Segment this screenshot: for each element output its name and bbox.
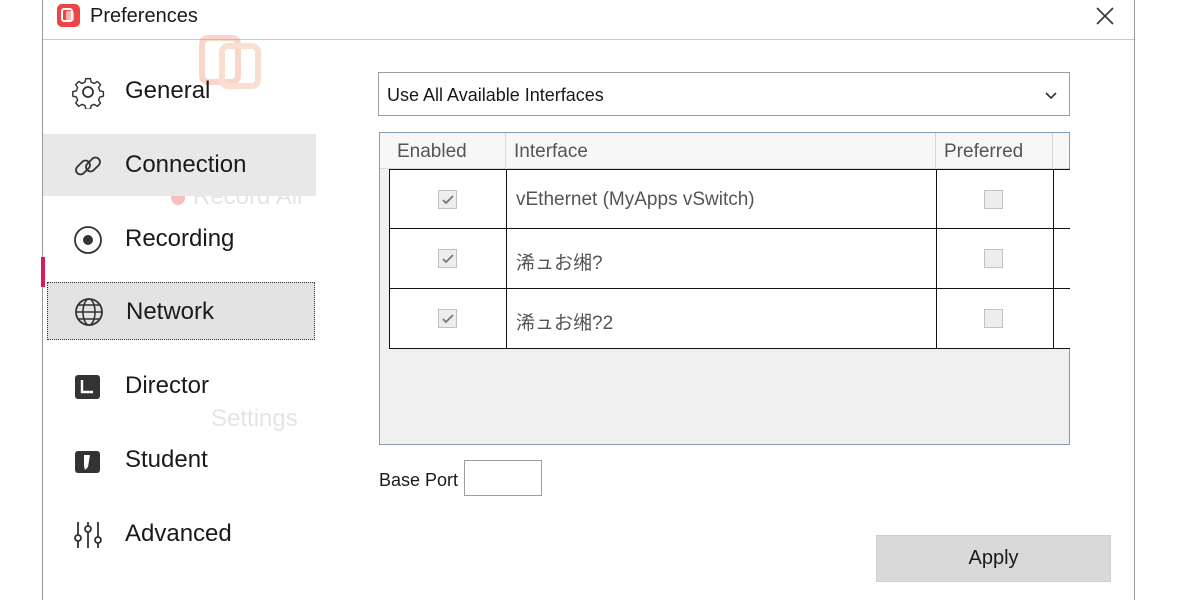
interface-name: 浠ュお缃? <box>516 253 603 274</box>
app-logo-icon <box>57 4 80 27</box>
chevron-down-icon <box>1045 92 1057 100</box>
preferred-cell <box>937 170 1054 230</box>
interfaces-table: Enabled Interface Preferred vEthernet (M… <box>379 132 1070 445</box>
interface-cell: vEthernet (MyApps vSwitch) <box>507 170 937 230</box>
table-row[interactable]: 浠ュお缃? <box>389 229 1070 289</box>
enabled-checkbox[interactable] <box>438 190 457 209</box>
sidebar-item-label: Connection <box>125 151 247 178</box>
sidebar-item-recording[interactable]: Recording <box>43 208 316 270</box>
director-icon <box>75 375 100 399</box>
base-port-label: Base Port <box>379 470 459 490</box>
enabled-cell <box>390 170 507 230</box>
preferences-window: Preferences Record All Settings General <box>41 0 1135 600</box>
record-icon <box>74 226 102 254</box>
selected-indicator <box>41 257 45 287</box>
sidebar-item-label: General <box>125 77 211 104</box>
table-row[interactable]: vEthernet (MyApps vSwitch) <box>389 169 1070 230</box>
column-header-preferred[interactable]: Preferred <box>936 133 1053 169</box>
sidebar-item-label: Director <box>125 372 210 399</box>
preferred-cell <box>937 289 1054 349</box>
interface-cell: 浠ュお缃?2 <box>507 289 937 349</box>
check-icon <box>442 314 454 324</box>
sliders-icon <box>74 522 102 548</box>
sidebar-item-general[interactable]: General <box>43 60 316 122</box>
column-header-enabled[interactable]: Enabled <box>389 133 506 169</box>
preferred-cell <box>937 229 1054 289</box>
apply-button[interactable]: Apply <box>876 535 1111 582</box>
interface-mode-value: Use All Available Interfaces <box>387 85 604 105</box>
sidebar-item-label: Advanced <box>125 520 232 547</box>
window-title: Preferences <box>90 5 198 27</box>
check-icon <box>442 254 454 264</box>
sidebar: General Connection Recording Network Dir… <box>43 40 318 600</box>
column-header-interface[interactable]: Interface <box>506 133 936 169</box>
interface-name: 浠ュお缃?2 <box>516 313 614 334</box>
base-port-input[interactable] <box>464 460 542 496</box>
sidebar-item-label: Network <box>126 298 215 325</box>
link-icon <box>75 156 101 176</box>
enabled-cell <box>390 229 507 289</box>
sidebar-item-connection[interactable]: Connection <box>43 134 316 196</box>
close-button[interactable] <box>1092 3 1118 29</box>
interface-mode-select[interactable]: Use All Available Interfaces <box>378 72 1070 116</box>
preferred-checkbox[interactable] <box>984 309 1003 328</box>
sidebar-item-label: Recording <box>125 225 235 252</box>
enabled-checkbox[interactable] <box>438 309 457 328</box>
preferred-checkbox[interactable] <box>984 190 1003 209</box>
gear-icon <box>72 77 105 109</box>
preferred-checkbox[interactable] <box>984 249 1003 268</box>
interface-name: vEthernet (MyApps vSwitch) <box>516 189 755 210</box>
title-bar: Preferences <box>43 0 1134 40</box>
interface-cell: 浠ュお缃? <box>507 229 937 289</box>
enabled-checkbox[interactable] <box>438 249 457 268</box>
check-icon <box>442 195 454 205</box>
table-row[interactable]: 浠ュお缃?2 <box>389 289 1070 349</box>
sidebar-item-director[interactable]: Director <box>43 355 316 417</box>
sidebar-item-label: Student <box>125 446 208 473</box>
sidebar-item-student[interactable]: Student <box>43 429 316 491</box>
table-header: Enabled Interface Preferred <box>380 133 1069 169</box>
sidebar-item-advanced[interactable]: Advanced <box>43 503 316 565</box>
close-icon <box>1096 7 1114 25</box>
enabled-cell <box>390 289 507 349</box>
student-icon <box>75 451 100 473</box>
globe-icon <box>75 298 103 326</box>
sidebar-item-network[interactable]: Network <box>47 282 315 340</box>
